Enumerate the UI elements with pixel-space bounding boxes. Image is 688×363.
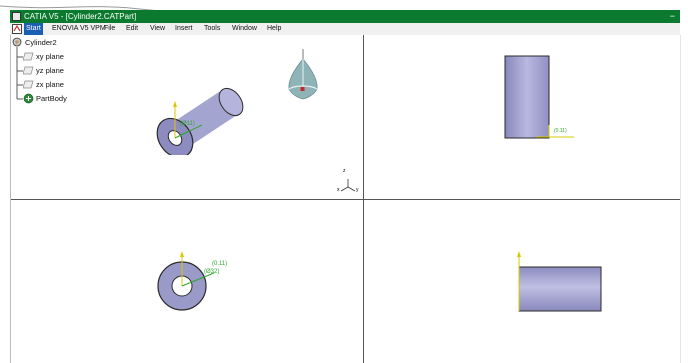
top-view-ring[interactable] bbox=[140, 247, 230, 317]
horizontal-divider[interactable] bbox=[10, 199, 680, 200]
axis-x-label: x bbox=[337, 187, 340, 193]
dim-label-front: (0.11) bbox=[554, 128, 567, 134]
window-title: CATIA V5 - [Cylinder2.CATPart] bbox=[24, 12, 137, 21]
tree-item-xy-plane[interactable]: xy plane bbox=[36, 52, 64, 61]
menu-edit[interactable]: Edit bbox=[126, 23, 138, 35]
menu-insert[interactable]: Insert bbox=[175, 23, 193, 35]
specification-tree: Cylinder2 xy plane yz plane zx plane Par… bbox=[10, 35, 100, 115]
partbody-icon[interactable] bbox=[23, 93, 34, 104]
axis-z-label: z bbox=[343, 168, 346, 174]
menu-start[interactable]: Start bbox=[24, 23, 43, 35]
top-strip-graphic bbox=[0, 5, 156, 10]
catia-app-icon bbox=[12, 12, 21, 21]
minimize-button[interactable]: − bbox=[670, 10, 675, 23]
menu-help[interactable]: Help bbox=[267, 23, 281, 35]
part-icon[interactable] bbox=[12, 37, 22, 47]
tree-item-yz-plane[interactable]: yz plane bbox=[36, 66, 64, 75]
dim-label-top-1: (0.11) bbox=[212, 261, 228, 267]
compass-icon[interactable] bbox=[283, 49, 323, 107]
viewport-area[interactable]: Cylinder2 xy plane yz plane zx plane Par… bbox=[10, 35, 680, 363]
tree-item-partbody[interactable]: PartBody bbox=[36, 94, 67, 103]
tree-root-label[interactable]: Cylinder2 bbox=[25, 38, 57, 47]
axis-y-label: y bbox=[356, 187, 359, 193]
side-view-cylinder[interactable] bbox=[510, 247, 620, 317]
dim-label-iso: (Ø11) bbox=[180, 121, 195, 127]
menu-tools[interactable]: Tools bbox=[204, 23, 220, 35]
dim-label-top-2: (Ø32) bbox=[204, 269, 220, 275]
plane-icon[interactable] bbox=[23, 80, 34, 89]
above-window-strip bbox=[0, 0, 688, 10]
plane-icon[interactable] bbox=[23, 66, 34, 75]
front-view-cylinder[interactable] bbox=[496, 51, 586, 143]
catia-menu-icon[interactable] bbox=[12, 24, 22, 34]
plane-icon[interactable] bbox=[23, 52, 34, 61]
menu-window[interactable]: Window bbox=[232, 23, 257, 35]
menu-view[interactable]: View bbox=[150, 23, 165, 35]
title-bar: CATIA V5 - [Cylinder2.CATPart] − bbox=[10, 10, 680, 23]
right-scrollbar[interactable] bbox=[680, 35, 688, 363]
menu-file[interactable]: File bbox=[104, 23, 115, 35]
tree-item-zx-plane[interactable]: zx plane bbox=[36, 80, 64, 89]
menu-enovia[interactable]: ENOVIA V5 VPM bbox=[52, 23, 106, 35]
iso-cylinder[interactable] bbox=[140, 65, 250, 155]
